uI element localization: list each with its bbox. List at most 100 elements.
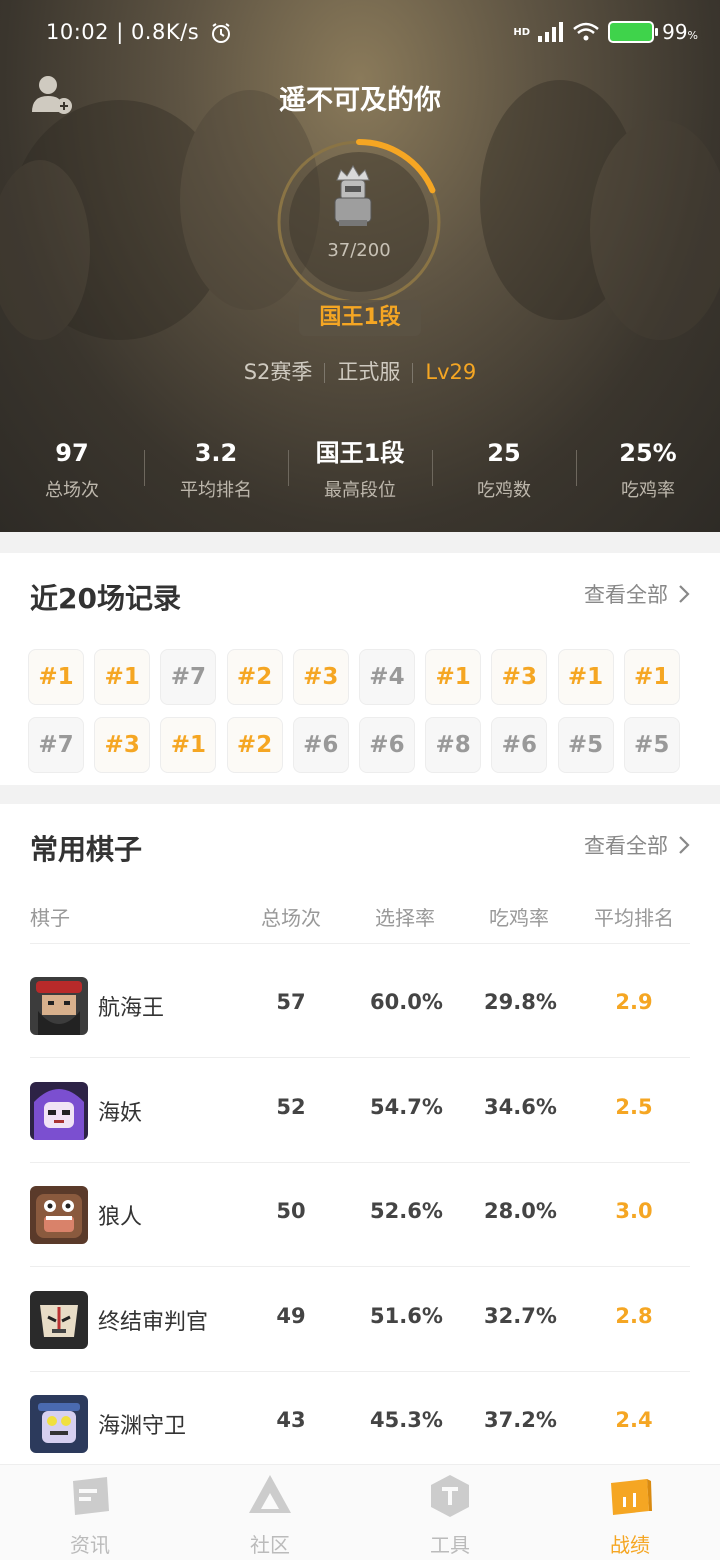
match-result-chip[interactable]: #2 xyxy=(226,649,283,705)
piece-name: 狼人 xyxy=(98,1205,143,1230)
divider xyxy=(324,363,326,383)
record-icon xyxy=(611,1479,652,1515)
nav-tab-community[interactable]: 社区 xyxy=(180,1465,360,1560)
match-result-chip[interactable]: #1 xyxy=(425,649,482,705)
stat-wins: 25 吃鸡数 xyxy=(432,436,576,516)
piece-total-games: 43 xyxy=(276,1408,306,1432)
server-label: 正式服 xyxy=(337,360,401,384)
piece-total-games: 49 xyxy=(276,1303,306,1328)
status-bar: 10:02 | 0.8K/s HD 99% xyxy=(0,0,720,66)
rank-progress-text: 37/200 xyxy=(327,240,391,261)
piece-win-rate: 29.8% xyxy=(484,990,557,1014)
match-result-chip[interactable]: #6 xyxy=(358,717,415,773)
piece-row[interactable]: 航海王 57 60.0% 29.8% 2.9 xyxy=(30,954,690,1058)
match-result-chip[interactable]: #6 xyxy=(292,717,349,773)
battery-icon xyxy=(608,21,659,43)
view-all-pieces-button[interactable]: 查看全部 xyxy=(584,830,690,860)
player-level: Lv29 xyxy=(425,360,477,384)
piece-avg-rank: 2.5 xyxy=(615,1094,653,1119)
piece-avg-rank: 2.9 xyxy=(615,990,653,1014)
stats-summary: 97 总场次 3.2 平均排名 国王1段 最高段位 25 吃鸡数 25% 吃鸡率 xyxy=(0,436,720,516)
piece-win-rate: 34.6% xyxy=(484,1094,557,1119)
stat-highest-rank: 国王1段 最高段位 xyxy=(288,436,432,516)
piece-row[interactable]: 海妖 52 54.7% 34.6% 2.5 xyxy=(30,1059,690,1163)
match-result-chip[interactable]: #3 xyxy=(292,649,349,705)
piece-name: 海妖 xyxy=(98,1100,143,1126)
season-label: S2赛季 xyxy=(243,360,313,384)
status-time-speed: 10:02 | 0.8K/s xyxy=(46,20,232,44)
header-avg-rank: 平均排名 xyxy=(594,906,674,930)
header-win-rate: 吃鸡率 xyxy=(489,906,549,930)
match-result-chip[interactable]: #1 xyxy=(623,649,680,705)
match-result-chip[interactable]: #2 xyxy=(226,717,283,773)
match-result-chip[interactable]: #1 xyxy=(557,649,614,705)
chevron-right-icon xyxy=(679,585,690,603)
nav-tab-tools[interactable]: 工具 xyxy=(360,1465,540,1560)
piece-row[interactable]: 狼人 50 52.6% 28.0% 3.0 xyxy=(30,1163,690,1267)
match-result-chip[interactable]: #5 xyxy=(623,717,680,773)
match-result-chip[interactable]: #3 xyxy=(491,649,548,705)
piece-pick-rate: 51.6% xyxy=(370,1303,443,1328)
piece-avg-rank: 2.8 xyxy=(615,1303,653,1328)
battery-unit: % xyxy=(687,29,698,42)
piece-total-games: 57 xyxy=(276,990,306,1014)
network-type: HD xyxy=(513,26,531,38)
piece-win-rate: 32.7% xyxy=(484,1303,557,1328)
piece-avg-rank: 3.0 xyxy=(615,1199,653,1223)
alarm-icon xyxy=(212,23,231,43)
match-result-chip[interactable]: #4 xyxy=(358,649,415,705)
header-pick-rate: 选择率 xyxy=(375,906,435,930)
piece-total-games: 52 xyxy=(276,1094,306,1119)
stat-win-rate: 25% 吃鸡率 xyxy=(576,436,720,516)
abyss-guard-avatar xyxy=(30,1395,88,1453)
table-header: 棋子 总场次 选择率 吃鸡率 平均排名 xyxy=(30,900,690,944)
bottom-navigation: 资讯 社区 工具 战绩 xyxy=(0,1464,720,1560)
match-result-chip[interactable]: #7 xyxy=(160,649,217,705)
rank-badge: 国王1段 xyxy=(299,300,421,336)
nav-tab-news[interactable]: 资讯 xyxy=(0,1465,180,1560)
werewolf-avatar xyxy=(30,1186,88,1244)
player-nickname: 遥不可及的你 xyxy=(279,85,441,116)
match-result-chip[interactable]: #3 xyxy=(94,717,151,773)
piece-win-rate: 28.0% xyxy=(484,1199,557,1223)
piece-row[interactable]: 海渊守卫 43 45.3% 37.2% 2.4 xyxy=(30,1372,690,1476)
view-all-recent-button[interactable]: 查看全部 xyxy=(584,579,690,609)
stat-average-rank: 3.2 平均排名 xyxy=(144,436,288,516)
match-result-chip[interactable]: #1 xyxy=(160,717,217,773)
match-result-chip[interactable]: #1 xyxy=(94,649,151,705)
header-games: 总场次 xyxy=(261,906,321,930)
signal-icon xyxy=(538,22,564,42)
match-result-chip[interactable]: #7 xyxy=(28,717,84,773)
battery-level: 99 xyxy=(662,20,688,44)
piece-name: 终结审判官 xyxy=(98,1309,209,1335)
doom-arbiter-avatar xyxy=(30,1290,88,1349)
stat-total-games: 97 总场次 xyxy=(45,439,99,501)
season-info: S2赛季 正式服 Lv29 xyxy=(0,356,720,386)
divider xyxy=(412,363,414,383)
header-name: 棋子 xyxy=(30,906,70,930)
piece-pick-rate: 45.3% xyxy=(370,1408,443,1432)
nav-tab-record[interactable]: 战绩 xyxy=(540,1465,720,1560)
piece-name: 海渊守卫 xyxy=(98,1414,187,1439)
match-history-grid: #1 #1 #7 #2 #3 #4 #1 #3 #1 #1 #7 #3 #1 #2 #6 #6 #8 #6 #5 #5 xyxy=(28,649,688,773)
rank-progress-ring xyxy=(276,139,442,305)
piece-row[interactable]: 终结审判官 49 51.6% 32.7% 2.8 xyxy=(30,1268,690,1372)
match-result-chip[interactable]: #1 xyxy=(28,649,84,705)
match-result-chip[interactable]: #5 xyxy=(557,717,614,773)
common-pieces-card: 常用棋子 查看全部 棋子 总场次 选择率 吃鸡率 平均排名 航海王 57 60.0%… xyxy=(0,804,720,1464)
piece-total-games: 50 xyxy=(276,1199,306,1223)
wifi-icon xyxy=(573,22,599,41)
recent-matches-card: 近20场记录 查看全部 #1 #1 #7 #2 #3 #4 #1 #3 #1 #1 #7 #3 #1 #2… xyxy=(0,553,720,785)
piece-name: 航海王 xyxy=(98,996,165,1021)
match-result-chip[interactable]: #8 xyxy=(425,717,482,773)
status-icons: HD 99% xyxy=(513,20,698,44)
piece-avg-rank: 2.4 xyxy=(615,1408,653,1432)
profile-header: 10:02 | 0.8K/s HD 99% 遥不可及的你 37/200 国王1段… xyxy=(0,0,720,532)
piece-pick-rate: 54.7% xyxy=(370,1094,443,1119)
match-result-chip[interactable]: #6 xyxy=(491,717,548,773)
tools-icon xyxy=(431,1475,469,1517)
piece-win-rate: 37.2% xyxy=(484,1408,557,1432)
section-title: 近20场记录 xyxy=(30,582,181,615)
section-title: 常用棋子 xyxy=(30,833,143,866)
pirate-king-avatar xyxy=(30,977,88,1035)
